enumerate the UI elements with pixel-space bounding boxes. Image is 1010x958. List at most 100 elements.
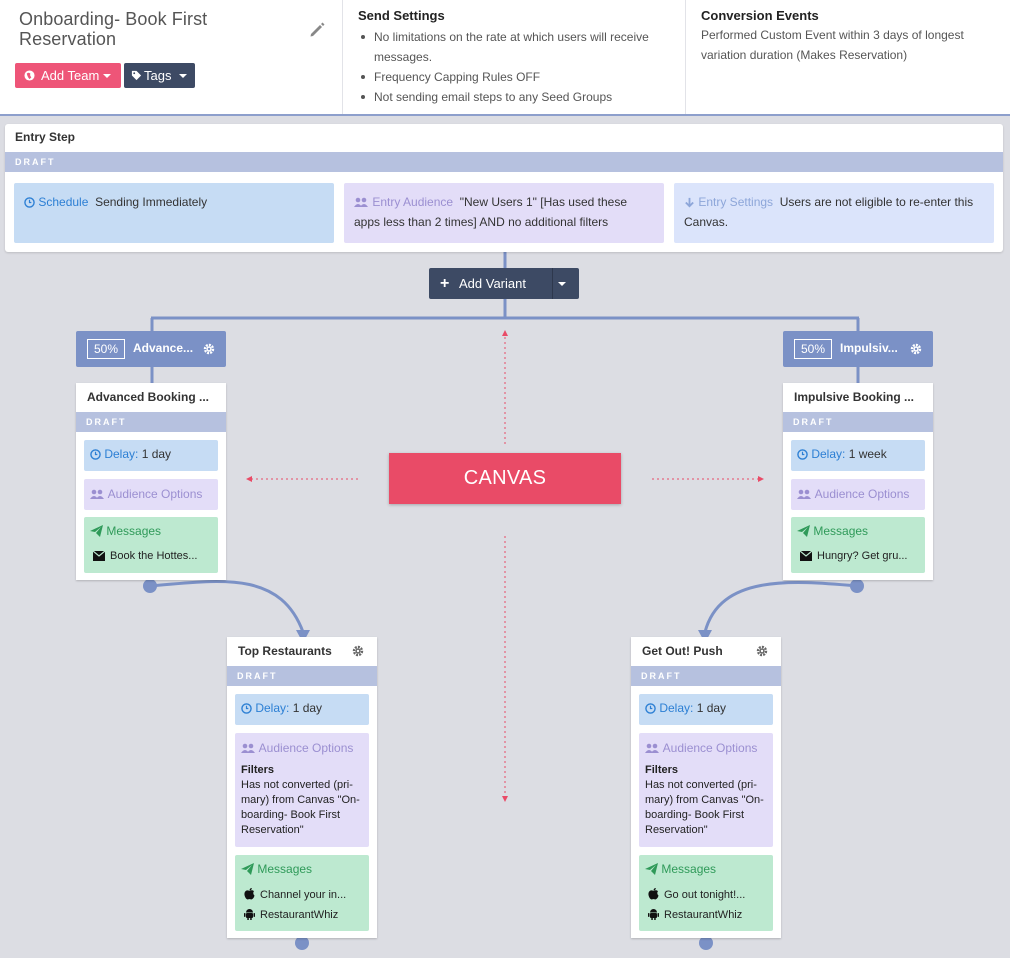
step-card-advanced-booking[interactable]: Advanced Booking ... DRAFT Delay: 1 day … — [76, 383, 226, 580]
message-item[interactable]: RestaurantWhiz — [244, 908, 364, 921]
add-variant-button[interactable]: + Add Variant — [429, 268, 579, 299]
users-icon — [645, 743, 659, 753]
apple-icon — [648, 888, 659, 900]
message-name: Book the Hottes... — [110, 550, 198, 562]
paper-plane-icon — [797, 525, 810, 537]
delay-box[interactable]: Delay: 1 week — [791, 440, 925, 471]
audience-options-label: Audience Options — [258, 741, 354, 755]
gear-icon[interactable] — [352, 645, 364, 657]
chevron-down-icon — [103, 74, 111, 78]
delay-label: Delay: — [811, 447, 846, 461]
connector-handle[interactable] — [295, 936, 309, 950]
message-name: Go out tonight!... — [664, 889, 746, 901]
message-name: Channel your in... — [260, 889, 347, 901]
gear-icon[interactable] — [756, 645, 768, 657]
tags-button[interactable]: Tags — [124, 63, 195, 88]
step-card-top-restaurants[interactable]: Top Restaurants DRAFT Delay: 1 day Audie… — [227, 637, 377, 938]
variant-percent[interactable]: 50% — [794, 339, 832, 359]
conversion-events-section: Conversion Events Performed Custom Event… — [687, 0, 1010, 114]
entry-step-title: Entry Step — [15, 130, 76, 144]
step-card-get-out-push[interactable]: Get Out! Push DRAFT Delay: 1 day Audienc… — [631, 637, 781, 938]
step-title: Impulsive Booking ... — [794, 390, 915, 404]
message-item[interactable]: Hungry? Get gru... — [800, 550, 920, 562]
messages-box[interactable]: Messages Book the Hottes... — [84, 517, 218, 573]
delay-label: Delay: — [659, 701, 694, 715]
entry-step-card[interactable]: Entry Step DRAFT Schedule Sending Immedi… — [5, 124, 1003, 252]
filters-heading: Filters — [645, 764, 679, 776]
step-card-impulsive-booking[interactable]: Impulsive Booking ... DRAFT Delay: 1 wee… — [783, 383, 933, 580]
send-settings-list: No limitations on the rate at which user… — [358, 27, 678, 107]
message-name: RestaurantWhiz — [664, 909, 743, 921]
conversion-events-text: Performed Custom Event within 3 days of … — [701, 28, 964, 62]
gear-icon[interactable] — [203, 343, 215, 355]
page-title: Onboarding- Book First Reservation — [19, 9, 208, 49]
filters-text: Has not converted (pri-mary) from Canvas… — [241, 779, 360, 836]
delay-label: Delay: — [255, 701, 290, 715]
globe-icon — [24, 70, 35, 81]
message-item[interactable]: Book the Hottes... — [93, 550, 213, 562]
list-item: No limitations on the rate at which user… — [358, 27, 678, 67]
tag-icon — [131, 70, 142, 81]
connector-handle[interactable] — [699, 936, 713, 950]
variant-header-b[interactable]: 50% Impulsiv... — [783, 331, 933, 367]
paper-plane-icon — [645, 863, 658, 875]
audience-options-box[interactable]: Audience Options — [791, 479, 925, 510]
message-name: Hungry? Get gru... — [817, 550, 908, 562]
clock-icon — [90, 449, 101, 460]
chevron-down-icon[interactable] — [558, 282, 566, 286]
schedule-label: Schedule — [38, 195, 89, 209]
chevron-down-icon — [179, 74, 187, 78]
delay-label: Delay: — [104, 447, 139, 461]
connector-handle[interactable] — [850, 579, 864, 593]
add-team-button[interactable]: Add Team — [15, 63, 121, 88]
gear-icon[interactable] — [910, 343, 922, 355]
pencil-icon[interactable] — [308, 21, 326, 39]
entry-audience-box[interactable]: Entry Audience "New Users 1" [Has used t… — [344, 183, 664, 243]
filters-heading: Filters — [241, 764, 275, 776]
audience-options-box[interactable]: Audience Options Filters Has not convert… — [639, 733, 773, 847]
android-icon — [244, 909, 255, 920]
entry-audience-label: Entry Audience — [372, 195, 454, 209]
apple-icon — [244, 888, 255, 900]
send-settings-section: Send Settings No limitations on the rate… — [344, 0, 686, 114]
delay-value: 1 day — [141, 447, 172, 461]
entry-settings-box[interactable]: Entry Settings Users are not eligible to… — [674, 183, 994, 243]
step-title: Top Restaurants — [238, 644, 332, 658]
step-title: Get Out! Push — [642, 644, 723, 658]
message-item[interactable]: Channel your in... — [244, 888, 364, 901]
step-title: Advanced Booking ... — [87, 390, 210, 404]
status-badge: DRAFT — [76, 412, 226, 432]
clock-icon — [797, 449, 808, 460]
clock-icon — [645, 703, 656, 714]
messages-box[interactable]: Messages Channel your in... RestaurantWh… — [235, 855, 369, 931]
tags-label: Tags — [144, 68, 172, 83]
paper-plane-icon — [241, 863, 254, 875]
variant-header-a[interactable]: 50% Advance... — [76, 331, 226, 367]
schedule-box[interactable]: Schedule Sending Immediately — [14, 183, 334, 243]
delay-box[interactable]: Delay: 1 day — [84, 440, 218, 471]
audience-options-box[interactable]: Audience Options — [84, 479, 218, 510]
message-name: RestaurantWhiz — [260, 909, 339, 921]
audience-options-label: Audience Options — [814, 487, 910, 501]
delay-value: 1 day — [292, 701, 323, 715]
audience-options-label: Audience Options — [662, 741, 758, 755]
messages-box[interactable]: Messages Go out tonight!... RestaurantWh… — [639, 855, 773, 931]
divider — [552, 268, 553, 299]
delay-box[interactable]: Delay: 1 day — [235, 694, 369, 725]
message-item[interactable]: Go out tonight!... — [648, 888, 768, 901]
delay-value: 1 day — [696, 701, 727, 715]
connector-handle[interactable] — [143, 579, 157, 593]
delay-box[interactable]: Delay: 1 day — [639, 694, 773, 725]
variant-name: Advance... — [133, 341, 194, 355]
messages-box[interactable]: Messages Hungry? Get gru... — [791, 517, 925, 573]
users-icon — [797, 489, 811, 499]
message-item[interactable]: RestaurantWhiz — [648, 908, 768, 921]
audience-options-label: Audience Options — [107, 487, 203, 501]
audience-options-box[interactable]: Audience Options Filters Has not convert… — [235, 733, 369, 847]
plus-icon: + — [440, 275, 450, 292]
clock-icon — [24, 197, 35, 208]
messages-label: Messages — [661, 862, 717, 876]
variant-percent[interactable]: 50% — [87, 339, 125, 359]
envelope-icon — [800, 550, 813, 561]
messages-label: Messages — [257, 862, 313, 876]
